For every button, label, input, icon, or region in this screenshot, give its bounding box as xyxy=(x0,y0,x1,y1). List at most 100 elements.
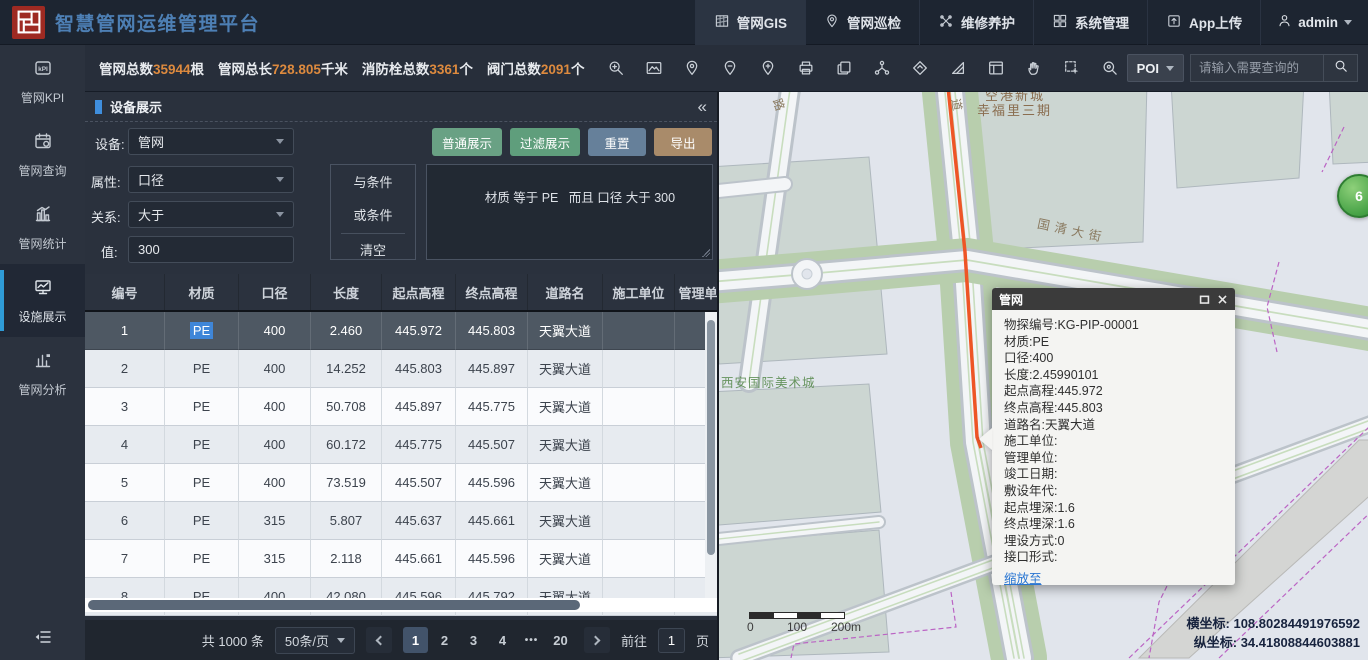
pagination-bar: 共 1000 条 50条/页 1234•••20 前往 页 xyxy=(85,620,717,660)
table-cell: 6 xyxy=(85,502,165,540)
legend-frame-icon[interactable] xyxy=(985,57,1007,79)
popup-field-施工单位: 施工单位: xyxy=(1004,433,1223,450)
relation-select[interactable]: 大于 xyxy=(128,201,294,228)
table-cell: 73.519 xyxy=(311,464,382,502)
pin-plus-icon[interactable] xyxy=(757,57,779,79)
nav-item-管网巡检[interactable]: 管网巡检 xyxy=(805,0,919,45)
search-button[interactable] xyxy=(1324,54,1358,82)
relation-select-value: 大于 xyxy=(138,205,164,224)
user-menu[interactable]: admin xyxy=(1260,0,1368,45)
export-button[interactable]: 导出 xyxy=(654,128,712,156)
page-button-1[interactable]: 1 xyxy=(403,627,428,653)
app-logo-icon xyxy=(12,6,45,39)
sidebar-item-管网查询[interactable]: 管网查询 xyxy=(0,118,85,191)
measure-distance-icon[interactable] xyxy=(909,57,931,79)
chevron-down-icon xyxy=(1344,20,1352,25)
scalebar-tick-100: 100 xyxy=(787,620,807,634)
map-search-input[interactable] xyxy=(1190,54,1324,82)
page-button-20[interactable]: 20 xyxy=(548,627,573,653)
panel-collapse-button[interactable]: « xyxy=(698,98,707,115)
map-gis-icon xyxy=(714,13,730,32)
zoom-in-icon[interactable] xyxy=(605,57,627,79)
value-label: 值: xyxy=(101,242,118,261)
table-cell xyxy=(603,540,675,578)
sidebar-item-管网分析[interactable]: 管网分析 xyxy=(0,337,85,410)
table-row[interactable]: 3PE40050.708445.897445.775天翼大道 xyxy=(85,388,717,426)
pipes-table: 编号材质口径长度起点高程终点高程道路名施工单位管理单位1PE4002.46044… xyxy=(85,274,717,616)
prev-page-button[interactable] xyxy=(366,627,392,653)
popup-close-button[interactable] xyxy=(1217,294,1228,305)
goto-page-input[interactable] xyxy=(658,628,685,653)
table-row[interactable]: 4PE40060.172445.775445.507天翼大道 xyxy=(85,426,717,464)
resize-grip[interactable] xyxy=(702,249,710,257)
and-condition-button[interactable]: 与条件 xyxy=(331,165,415,198)
table-row[interactable]: 6PE3155.807445.637445.661天翼大道 xyxy=(85,502,717,540)
table-cell: PE xyxy=(165,540,239,578)
network-node-icon[interactable] xyxy=(871,57,893,79)
app-upload-icon xyxy=(1166,13,1182,32)
highlighted-cell-text: PE xyxy=(190,322,213,339)
or-condition-button[interactable]: 或条件 xyxy=(331,198,415,231)
overview-extent-icon[interactable] xyxy=(643,57,665,79)
layers-copy-icon[interactable] xyxy=(833,57,855,79)
sidebar-collapse-button[interactable] xyxy=(0,618,85,660)
map-coordinates: 横坐标: 108.80284491976592 纵坐标: 34.41808844… xyxy=(1187,614,1361,652)
table-row[interactable]: 7PE3152.118445.661445.596天翼大道 xyxy=(85,540,717,578)
select-box-icon[interactable] xyxy=(1061,57,1083,79)
sidebar-item-设施展示[interactable]: 设施展示 xyxy=(0,264,85,337)
pin-minus-icon[interactable] xyxy=(719,57,741,79)
sidebar-item-label: 管网统计 xyxy=(18,235,66,252)
clear-condition-button[interactable]: 清空 xyxy=(331,236,415,266)
attribute-select[interactable]: 口径 xyxy=(128,166,294,193)
table-cell: 400 xyxy=(239,350,311,388)
table-horizontal-scrollbar[interactable] xyxy=(85,598,717,612)
nav-item-系统管理[interactable]: 系统管理 xyxy=(1033,0,1147,45)
nav-item-App上传[interactable]: App上传 xyxy=(1147,0,1260,45)
query-circle-icon[interactable] xyxy=(1099,57,1121,79)
poi-select[interactable]: POI xyxy=(1127,54,1184,82)
table-row[interactable]: 5PE40073.519445.507445.596天翼大道 xyxy=(85,464,717,502)
table-cell: 445.897 xyxy=(382,388,456,426)
measure-area-icon[interactable] xyxy=(947,57,969,79)
table-cell: 400 xyxy=(239,464,311,502)
condition-expression-textarea[interactable]: 材质 等于 PE 而且 口径 大于 300 xyxy=(426,164,713,260)
page-button-2[interactable]: 2 xyxy=(432,627,457,653)
table-cell: 2.460 xyxy=(311,312,382,350)
value-input[interactable] xyxy=(128,236,294,263)
table-cell: 445.507 xyxy=(456,426,528,464)
device-select-value: 管网 xyxy=(138,132,164,151)
sidebar-item-管网统计[interactable]: 管网统计 xyxy=(0,191,85,264)
stats-chart-icon xyxy=(33,204,53,229)
vertical-scroll-thumb[interactable] xyxy=(707,320,715,555)
normal-display-button[interactable]: 普通展示 xyxy=(432,128,502,156)
page-size-select[interactable]: 50条/页 xyxy=(275,627,355,654)
table-cell: 天翼大道 xyxy=(528,464,603,502)
chevron-right-icon xyxy=(591,635,601,645)
reset-button[interactable]: 重置 xyxy=(588,128,646,156)
nav-item-维修养护[interactable]: 维修养护 xyxy=(919,0,1033,45)
next-page-button[interactable] xyxy=(584,627,610,653)
popup-maximize-button[interactable] xyxy=(1199,294,1210,305)
device-label: 设备: xyxy=(95,134,125,153)
popup-field-埋设方式: 埋设方式:0 xyxy=(1004,533,1223,550)
page-button-4[interactable]: 4 xyxy=(490,627,515,653)
page-button-3[interactable]: 3 xyxy=(461,627,486,653)
table-row[interactable]: 1PE4002.460445.972445.803天翼大道 xyxy=(85,312,717,350)
table-vertical-scrollbar[interactable] xyxy=(705,312,717,598)
map-view[interactable]: 空港新城 幸福里三期 国清大街 西安国际美术城 路 道 6 0 100 200m… xyxy=(717,92,1368,660)
filter-display-button[interactable]: 过滤展示 xyxy=(510,128,580,156)
nav-item-管网GIS[interactable]: 管网GIS xyxy=(695,0,805,45)
horizontal-scroll-thumb[interactable] xyxy=(88,600,580,610)
print-icon[interactable] xyxy=(795,57,817,79)
zoom-to-link[interactable]: 缩放至 xyxy=(1004,571,1042,588)
pin-locate-icon[interactable] xyxy=(681,57,703,79)
page-more-icon[interactable]: ••• xyxy=(519,627,544,653)
popup-header[interactable]: 管网 xyxy=(992,288,1235,310)
pan-hand-icon[interactable] xyxy=(1023,57,1045,79)
popup-field-起点埋深: 起点埋深:1.6 xyxy=(1004,500,1223,517)
table-row[interactable]: 2PE40014.252445.803445.897天翼大道 xyxy=(85,350,717,388)
sidebar-item-管网KPI[interactable]: kPI管网KPI xyxy=(0,45,85,118)
table-cell: 1 xyxy=(85,312,165,350)
device-select[interactable]: 管网 xyxy=(128,128,294,155)
chevron-down-icon xyxy=(276,177,284,182)
